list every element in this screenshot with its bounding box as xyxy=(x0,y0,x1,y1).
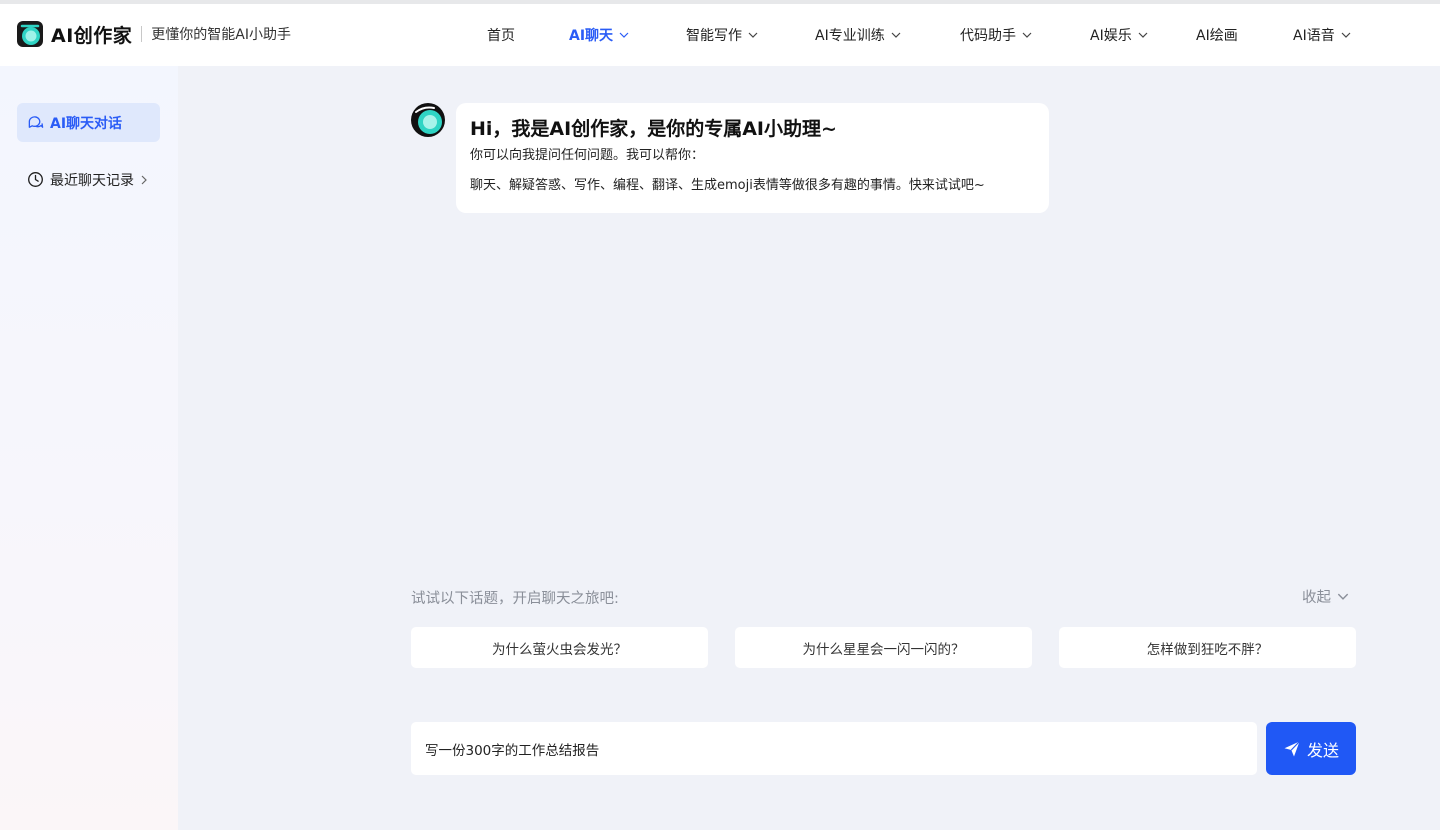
nav-ai-voice[interactable]: AI语音 xyxy=(1293,25,1351,45)
send-button[interactable]: 发送 xyxy=(1266,722,1356,775)
nav-ai-chat[interactable]: AI聊天 xyxy=(569,25,629,45)
nav-code-assistant[interactable]: 代码助手 xyxy=(960,25,1032,45)
sidebar-item-label: AI聊天对话 xyxy=(50,115,123,132)
chat-main: Hi，我是AI创作家，是你的专属AI小助理~ 你可以向我提问任何问题。我可以帮你… xyxy=(178,66,1440,830)
nav-home[interactable]: 首页 xyxy=(487,25,515,45)
nav-label: AI娱乐 xyxy=(1090,28,1132,44)
send-label: 发送 xyxy=(1306,740,1339,760)
nav-label: AI聊天 xyxy=(569,28,614,44)
collapse-topics-button[interactable]: 收起 xyxy=(1302,586,1349,607)
welcome-text: 你可以向我提问任何问题。我可以帮你： xyxy=(470,148,705,163)
sidebar-item-label: 最近聊天记录 xyxy=(50,172,134,189)
topic-label: 为什么萤火虫会发光？ xyxy=(492,641,627,658)
nav-ai-painting[interactable]: AI绘画 xyxy=(1196,25,1238,45)
top-header: AI创作家 更懂你的智能AI小助手 首页 AI聊天 智能写作 AI专业训练 代码… xyxy=(0,4,1440,66)
chevron-down-icon xyxy=(619,32,629,38)
main-nav: 首页 AI聊天 智能写作 AI专业训练 代码助手 AI娱乐 AI绘画 AI语音 xyxy=(0,4,1440,66)
sidebar-item-ai-chat[interactable]: AI聊天对话 xyxy=(17,103,160,142)
welcome-capabilities: 聊天、解疑答惑、写作、编程、翻译、生成emoji表情等做很多有趣的事情。快来试试… xyxy=(470,178,985,193)
chevron-down-icon xyxy=(891,32,901,38)
topic-label: 怎样做到狂吃不胖？ xyxy=(1146,641,1269,658)
chevron-right-icon xyxy=(141,175,147,184)
send-icon xyxy=(1284,740,1300,756)
collapse-label: 收起 xyxy=(1302,590,1331,606)
nav-ai-training[interactable]: AI专业训练 xyxy=(815,25,901,45)
assistant-avatar-icon xyxy=(411,103,445,137)
chat-bubbles-icon xyxy=(28,116,44,128)
chevron-down-icon xyxy=(1138,32,1148,38)
chevron-down-icon xyxy=(1337,593,1349,600)
topic-label: 为什么星星会一闪一闪的？ xyxy=(802,641,965,658)
chevron-down-icon xyxy=(748,32,758,38)
assistant-welcome-message: Hi，我是AI创作家，是你的专属AI小助理~ 你可以向我提问任何问题。我可以帮你… xyxy=(456,103,1049,213)
nav-smart-writing[interactable]: 智能写作 xyxy=(686,25,758,45)
topic-suggestion[interactable]: 为什么星星会一闪一闪的？ xyxy=(735,627,1032,668)
nav-label: 智能写作 xyxy=(686,28,742,44)
message-input[interactable] xyxy=(411,722,1257,775)
chevron-down-icon xyxy=(1022,32,1032,38)
nav-label: AI绘画 xyxy=(1196,28,1238,44)
nav-label: AI语音 xyxy=(1293,28,1335,44)
topic-hint: 试试以下话题，开启聊天之旅吧: xyxy=(411,591,619,607)
chevron-down-icon xyxy=(1341,32,1351,38)
nav-label: 首页 xyxy=(487,28,515,44)
welcome-title: Hi，我是AI创作家，是你的专属AI小助理~ xyxy=(470,118,837,140)
topic-suggestion[interactable]: 怎样做到狂吃不胖？ xyxy=(1059,627,1356,668)
sidebar: AI聊天对话 最近聊天记录 xyxy=(0,66,178,830)
sidebar-item-history[interactable]: 最近聊天记录 xyxy=(17,160,160,199)
nav-ai-entertainment[interactable]: AI娱乐 xyxy=(1090,25,1148,45)
nav-label: 代码助手 xyxy=(960,28,1016,44)
clock-icon xyxy=(28,172,43,187)
topic-suggestion[interactable]: 为什么萤火虫会发光？ xyxy=(411,627,708,668)
nav-label: AI专业训练 xyxy=(815,28,885,44)
